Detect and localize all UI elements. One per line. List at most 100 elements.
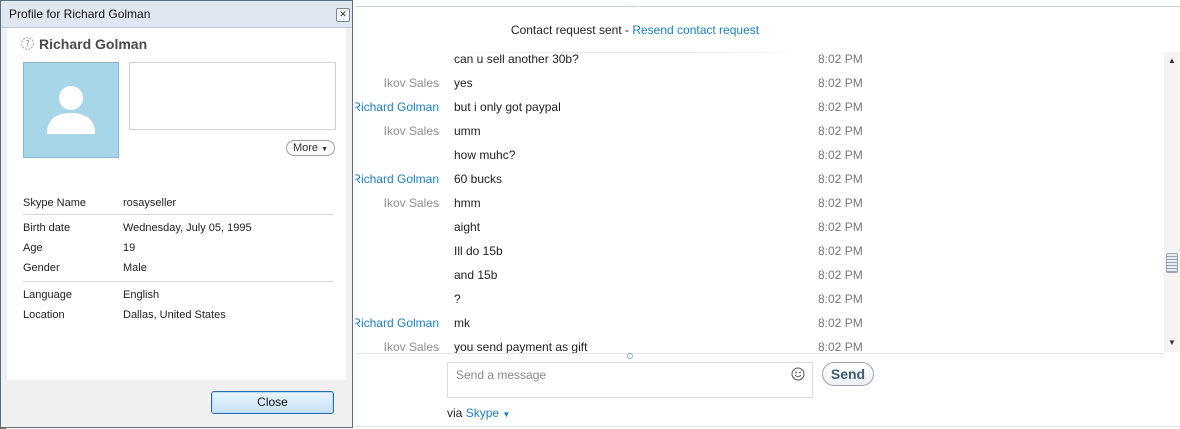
- scroll-down-arrow-icon[interactable]: ▼: [1164, 336, 1180, 350]
- birth-date-row: Birth date Wednesday, July 05, 1995: [23, 222, 335, 238]
- message-row: Richard Golman 60 bucks 8:02 PM: [355, 172, 1165, 196]
- message-sender[interactable]: Richard Golman: [355, 316, 439, 330]
- message-time: 8:02 PM: [818, 52, 863, 66]
- profile-window-title: Profile for Richard Golman: [9, 7, 151, 21]
- message-text: umm: [454, 124, 481, 138]
- send-button[interactable]: Send: [822, 362, 874, 386]
- scroll-thumb[interactable]: [1166, 253, 1178, 273]
- resize-grip-icon[interactable]: …: [624, 0, 636, 10]
- message-text: and 15b: [454, 268, 498, 282]
- unknown-status-icon: ?: [21, 37, 34, 50]
- info-separator: [23, 281, 334, 282]
- message-list: can u sell another 30b? 8:02 PM Ikov Sal…: [355, 52, 1165, 354]
- message-time: 8:02 PM: [818, 100, 863, 114]
- bottom-divider: [355, 426, 1180, 427]
- message-row: can u sell another 30b? 8:02 PM: [355, 52, 1165, 76]
- message-time: 8:02 PM: [818, 148, 863, 162]
- message-time: 8:02 PM: [818, 172, 863, 186]
- message-row: ? 8:02 PM: [355, 292, 1165, 316]
- message-sender[interactable]: Richard Golman: [355, 172, 439, 186]
- message-row: Richard Golman mk 8:02 PM: [355, 316, 1165, 340]
- message-row: how muhc? 8:02 PM: [355, 148, 1165, 172]
- message-text: ?: [454, 292, 461, 306]
- message-text: can u sell another 30b?: [454, 52, 579, 66]
- default-avatar-icon: [47, 86, 95, 134]
- message-sender[interactable]: Richard Golman: [355, 100, 439, 114]
- message-row: Ikov Sales yes 8:02 PM: [355, 76, 1165, 100]
- message-time: 8:02 PM: [818, 340, 863, 354]
- message-time: 8:02 PM: [818, 220, 863, 234]
- chevron-down-icon: ▼: [321, 146, 329, 153]
- birth-date-label: Birth date: [23, 222, 71, 234]
- message-time: 8:02 PM: [818, 316, 863, 330]
- birth-date-value: Wednesday, July 05, 1995: [123, 222, 252, 234]
- via-label: via: [447, 406, 463, 420]
- more-button-label: More: [292, 142, 319, 154]
- skype-name-value: rosayseller: [123, 197, 177, 209]
- language-row: Language English: [23, 289, 335, 305]
- gender-value: Male: [123, 262, 147, 274]
- message-time: 8:02 PM: [818, 76, 863, 90]
- info-separator: [23, 214, 334, 215]
- age-value: 19: [123, 242, 136, 254]
- top-divider: [355, 6, 1180, 7]
- message-text: you send payment as gift: [454, 340, 588, 354]
- gender-label: Gender: [23, 262, 60, 274]
- gender-row: Gender Male: [23, 262, 335, 278]
- message-input-placeholder: Send a message: [456, 368, 547, 382]
- via-service-dropdown[interactable]: Skype ▼: [466, 406, 511, 420]
- more-button[interactable]: More ▼: [286, 140, 335, 156]
- compose-resize-handle[interactable]: [627, 353, 633, 359]
- skype-name-row: Skype Name rosayseller: [23, 197, 335, 213]
- message-text: 60 bucks: [454, 172, 503, 186]
- via-selector: via Skype ▼: [447, 406, 510, 420]
- via-service-label: Skype: [465, 406, 500, 420]
- message-scrollbar[interactable]: ▲ ▼: [1164, 52, 1180, 352]
- message-time: 8:02 PM: [818, 124, 863, 138]
- message-text: aight: [454, 220, 481, 234]
- message-text: but i only got paypal: [454, 100, 561, 114]
- message-sender[interactable]: Ikov Sales: [384, 340, 439, 354]
- message-row: aight 8:02 PM: [355, 220, 1165, 244]
- message-text: yes: [454, 76, 473, 90]
- message-time: 8:02 PM: [818, 244, 863, 258]
- message-sender[interactable]: Ikov Sales: [384, 124, 439, 138]
- profile-titlebar[interactable]: Profile for Richard Golman ✕: [1, 1, 352, 28]
- message-row: Ikov Sales you send payment as gift 8:02…: [355, 340, 1165, 354]
- age-row: Age 19: [23, 242, 335, 258]
- avatar: [23, 62, 119, 158]
- message-text: Ill do 15b: [454, 244, 503, 258]
- emoticon-icon[interactable]: [791, 367, 805, 381]
- message-text: how muhc?: [454, 148, 516, 162]
- resend-contact-request-link[interactable]: Resend contact request: [632, 23, 759, 37]
- chevron-down-icon: ▼: [502, 410, 511, 419]
- svg-text:?: ?: [25, 40, 30, 50]
- skype-name-label: Skype Name: [23, 197, 86, 209]
- compose-divider: [355, 353, 1165, 354]
- message-input[interactable]: Send a message: [447, 362, 813, 398]
- location-label: Location: [23, 309, 65, 321]
- message-time: 8:02 PM: [818, 292, 863, 306]
- close-button[interactable]: Close: [211, 391, 334, 414]
- message-row: Ikov Sales umm 8:02 PM: [355, 124, 1165, 148]
- age-label: Age: [23, 242, 43, 254]
- language-label: Language: [23, 289, 72, 301]
- message-row: and 15b 8:02 PM: [355, 268, 1165, 292]
- profile-name: Richard Golman: [39, 36, 148, 52]
- scroll-up-arrow-icon[interactable]: ▲: [1164, 54, 1180, 68]
- mood-message-box: [129, 62, 336, 130]
- contact-request-status: Contact request sent - Resend contact re…: [355, 23, 915, 37]
- message-sender[interactable]: Ikov Sales: [384, 76, 439, 90]
- message-row: Ikov Sales hmm 8:02 PM: [355, 196, 1165, 220]
- message-text: mk: [454, 316, 470, 330]
- language-value: English: [123, 289, 160, 301]
- message-time: 8:02 PM: [818, 196, 863, 210]
- message-text: hmm: [454, 196, 481, 210]
- location-value: Dallas, United States: [123, 309, 226, 321]
- message-row: Richard Golman but i only got paypal 8:0…: [355, 100, 1165, 124]
- location-row: Location Dallas, United States: [23, 309, 335, 325]
- message-sender[interactable]: Ikov Sales: [384, 196, 439, 210]
- message-row: Ill do 15b 8:02 PM: [355, 244, 1165, 268]
- status-text: Contact request sent -: [510, 23, 633, 37]
- window-close-icon[interactable]: ✕: [336, 8, 350, 22]
